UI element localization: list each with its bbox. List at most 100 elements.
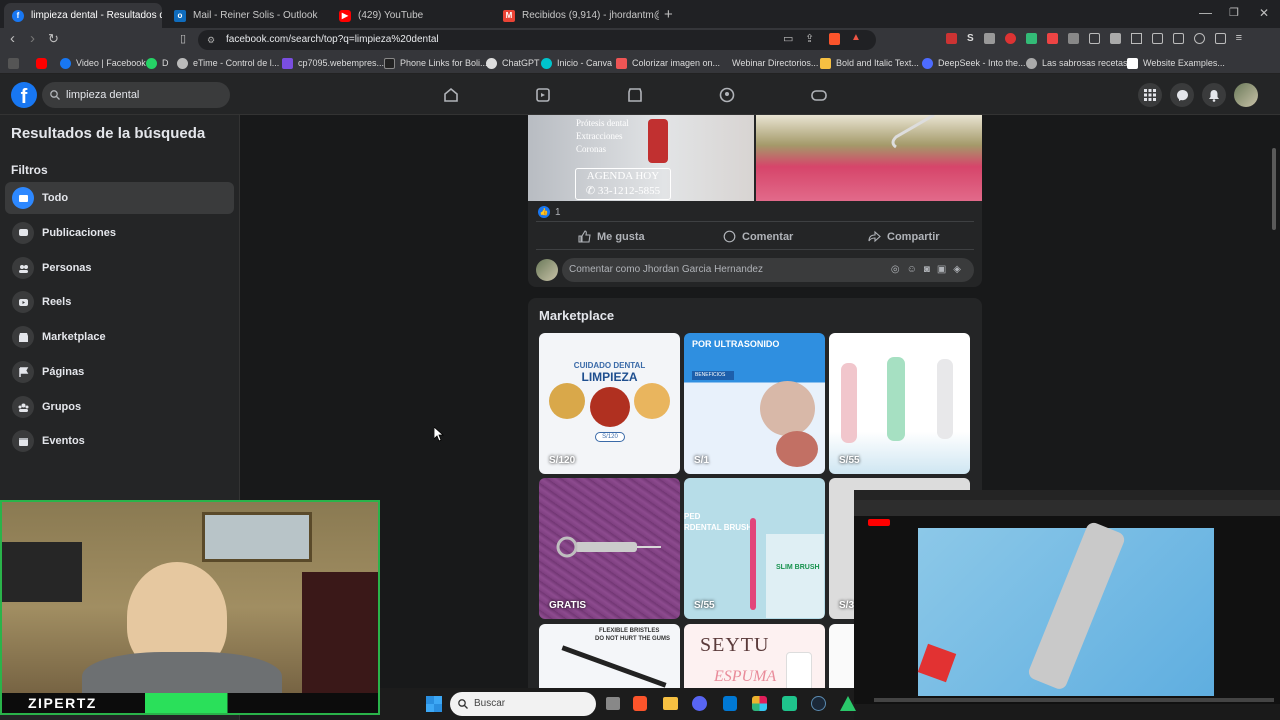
video-icon[interactable] <box>534 86 552 104</box>
bookmark-facebook-video[interactable]: Video | Facebook <box>60 55 146 71</box>
bookmark-website-examples[interactable]: Website Examples... <box>1127 55 1225 71</box>
sidebar-icon[interactable] <box>1151 33 1163 44</box>
bookmark-canva[interactable]: Inicio - Canva <box>541 55 612 71</box>
app-icon[interactable] <box>782 696 797 711</box>
filter-personas[interactable]: Personas <box>5 252 234 284</box>
filter-grupos[interactable]: Grupos <box>5 391 234 423</box>
vpn-icon[interactable] <box>1214 33 1226 44</box>
bookmark-webinar[interactable]: Webinar Directorios... <box>732 55 818 71</box>
like-button[interactable]: Me gusta <box>578 230 645 243</box>
post-image-teeth[interactable] <box>756 115 982 201</box>
marketplace-item[interactable]: FLEXIBLE BRISTLES DO NOT HURT THE GUMS <box>539 624 680 698</box>
bookmark-youtube[interactable] <box>36 55 52 71</box>
reactions-row[interactable]: 👍 1 <box>538 206 561 218</box>
gaming-icon[interactable] <box>810 86 828 104</box>
emoji-icon[interactable]: ☺ <box>907 264 924 275</box>
filter-marketplace[interactable]: Marketplace <box>5 321 234 353</box>
extension-icon[interactable] <box>1067 33 1079 44</box>
puzzle-icon[interactable] <box>1109 33 1121 44</box>
extension-icon[interactable] <box>1046 33 1058 44</box>
facebook-logo[interactable]: f <box>11 82 37 108</box>
task-view-icon[interactable] <box>606 697 620 710</box>
file-explorer-icon[interactable] <box>663 697 678 710</box>
share-button[interactable]: Compartir <box>868 230 940 243</box>
bookmark-deepseek[interactable]: DeepSeek - Into the... <box>922 55 1026 71</box>
bookmark-whatsapp[interactable]: D <box>146 55 169 71</box>
page-scrollbar[interactable] <box>1272 148 1276 230</box>
close-window-icon[interactable]: ✕ <box>1259 6 1269 20</box>
taskbar-search-input[interactable]: Buscar <box>450 692 596 716</box>
leo-icon[interactable] <box>1193 33 1205 44</box>
tab-gmail[interactable]: M Recibidos (9,914) - jhordantm@gmai <box>495 3 659 28</box>
back-icon[interactable]: ‹ <box>10 30 15 47</box>
bookmark-cpanel[interactable]: cp7095.webempres... <box>282 55 384 71</box>
bookmark-etime[interactable]: eTime - Control de l... <box>177 55 279 71</box>
pip-video[interactable] <box>917 520 1214 696</box>
tab-outlook[interactable]: o Mail - Reiner Solis - Outlook <box>166 3 330 28</box>
filter-paginas[interactable]: Páginas <box>5 356 234 388</box>
reload-icon[interactable]: ↻ <box>48 31 59 47</box>
bookmark-icon[interactable]: ▯ <box>180 32 186 45</box>
discord-icon[interactable] <box>692 696 707 711</box>
cast-icon[interactable]: ▭ <box>783 32 793 45</box>
media-icon[interactable] <box>1130 33 1142 44</box>
url-input[interactable]: ⚙ facebook.com/search/top?q=limpieza%20d… <box>198 30 876 50</box>
tab-facebook[interactable]: f limpieza dental - Resultados de ✕ <box>4 3 162 28</box>
app-icon[interactable] <box>723 696 737 711</box>
messenger-icon[interactable] <box>1170 83 1194 107</box>
marketplace-item[interactable]: SEYTU ESPUMA <box>684 624 825 698</box>
steam-icon[interactable] <box>811 696 826 711</box>
camera-icon[interactable]: ◙ <box>924 264 937 275</box>
new-tab-icon[interactable]: + <box>664 6 673 23</box>
groups-icon[interactable] <box>718 86 736 104</box>
bookmark-bold-italic[interactable]: Bold and Italic Text... <box>820 55 919 71</box>
maximize-icon[interactable]: ❐ <box>1229 6 1239 19</box>
menu-grid-icon[interactable] <box>1138 83 1162 107</box>
filter-publicaciones[interactable]: Publicaciones <box>5 217 234 249</box>
extension-icon[interactable]: S <box>967 33 974 47</box>
post-image-ad[interactable]: Prótesis dental Extracciones Coronas AGE… <box>528 115 754 201</box>
slack-icon[interactable] <box>752 696 767 711</box>
extension-icon[interactable] <box>946 33 957 44</box>
avatar[interactable] <box>1234 83 1258 107</box>
extension-icon[interactable] <box>1025 33 1037 44</box>
comment-input[interactable]: Comentar como Jhordan Garcia Hernandez ◎… <box>562 258 974 282</box>
site-info-icon[interactable]: ⚙ <box>207 30 215 50</box>
comment-button[interactable]: Comentar <box>723 230 793 243</box>
bookmark-colorizar[interactable]: Colorizar imagen on... <box>616 55 720 71</box>
app-icon[interactable] <box>840 696 856 711</box>
filter-eventos[interactable]: Eventos <box>5 425 234 457</box>
brave-taskbar-icon[interactable] <box>633 696 647 711</box>
extension-icon[interactable] <box>1088 33 1100 44</box>
camera-extension-icon[interactable] <box>983 33 995 44</box>
filter-reels[interactable]: Reels <box>5 286 234 318</box>
search-input[interactable]: limpieza dental <box>42 82 230 108</box>
avatar[interactable] <box>536 259 558 281</box>
sticker-icon[interactable]: ◈ <box>953 264 968 275</box>
marketplace-item[interactable]: GRATIS <box>539 478 680 619</box>
windows-start-icon[interactable] <box>426 696 442 712</box>
bookmark-chatgpt[interactable]: ChatGPT <box>486 55 540 71</box>
home-icon[interactable] <box>442 86 460 104</box>
filter-todo[interactable]: Todo <box>5 182 234 214</box>
brave-rewards-icon[interactable]: ▲ <box>851 32 861 43</box>
brave-shield-icon[interactable] <box>829 33 840 45</box>
forward-icon[interactable]: › <box>30 30 35 47</box>
bookmark-phone-links[interactable]: Phone Links for Boli... <box>384 55 488 71</box>
tab-youtube[interactable]: ▶ (429) YouTube <box>331 3 495 28</box>
bookmark-recetas[interactable]: Las sabrosas recetas... <box>1026 55 1135 71</box>
menu-icon[interactable]: ≡ <box>1236 33 1242 47</box>
marketplace-icon[interactable] <box>626 86 644 104</box>
minimize-icon[interactable]: — <box>1199 5 1212 20</box>
notifications-icon[interactable] <box>1202 83 1226 107</box>
marketplace-item[interactable]: PED RDENTAL BRUSH SLIM BRUSH S/55 <box>684 478 825 619</box>
gif-icon[interactable]: ▣ <box>937 264 953 275</box>
extension-icon[interactable] <box>1004 33 1016 44</box>
marketplace-item[interactable]: S/55 <box>829 333 970 474</box>
apps-icon[interactable] <box>8 55 24 71</box>
wallet-icon[interactable] <box>1172 33 1184 44</box>
marketplace-item[interactable]: CUIDADO DENTAL LIMPIEZA S/120 S/120 <box>539 333 680 474</box>
avatar-sticker-icon[interactable]: ◎ <box>891 264 907 275</box>
share-icon[interactable]: ⇪ <box>805 32 814 45</box>
marketplace-item[interactable]: POR ULTRASONIDO BENEFICIOS S/1 <box>684 333 825 474</box>
